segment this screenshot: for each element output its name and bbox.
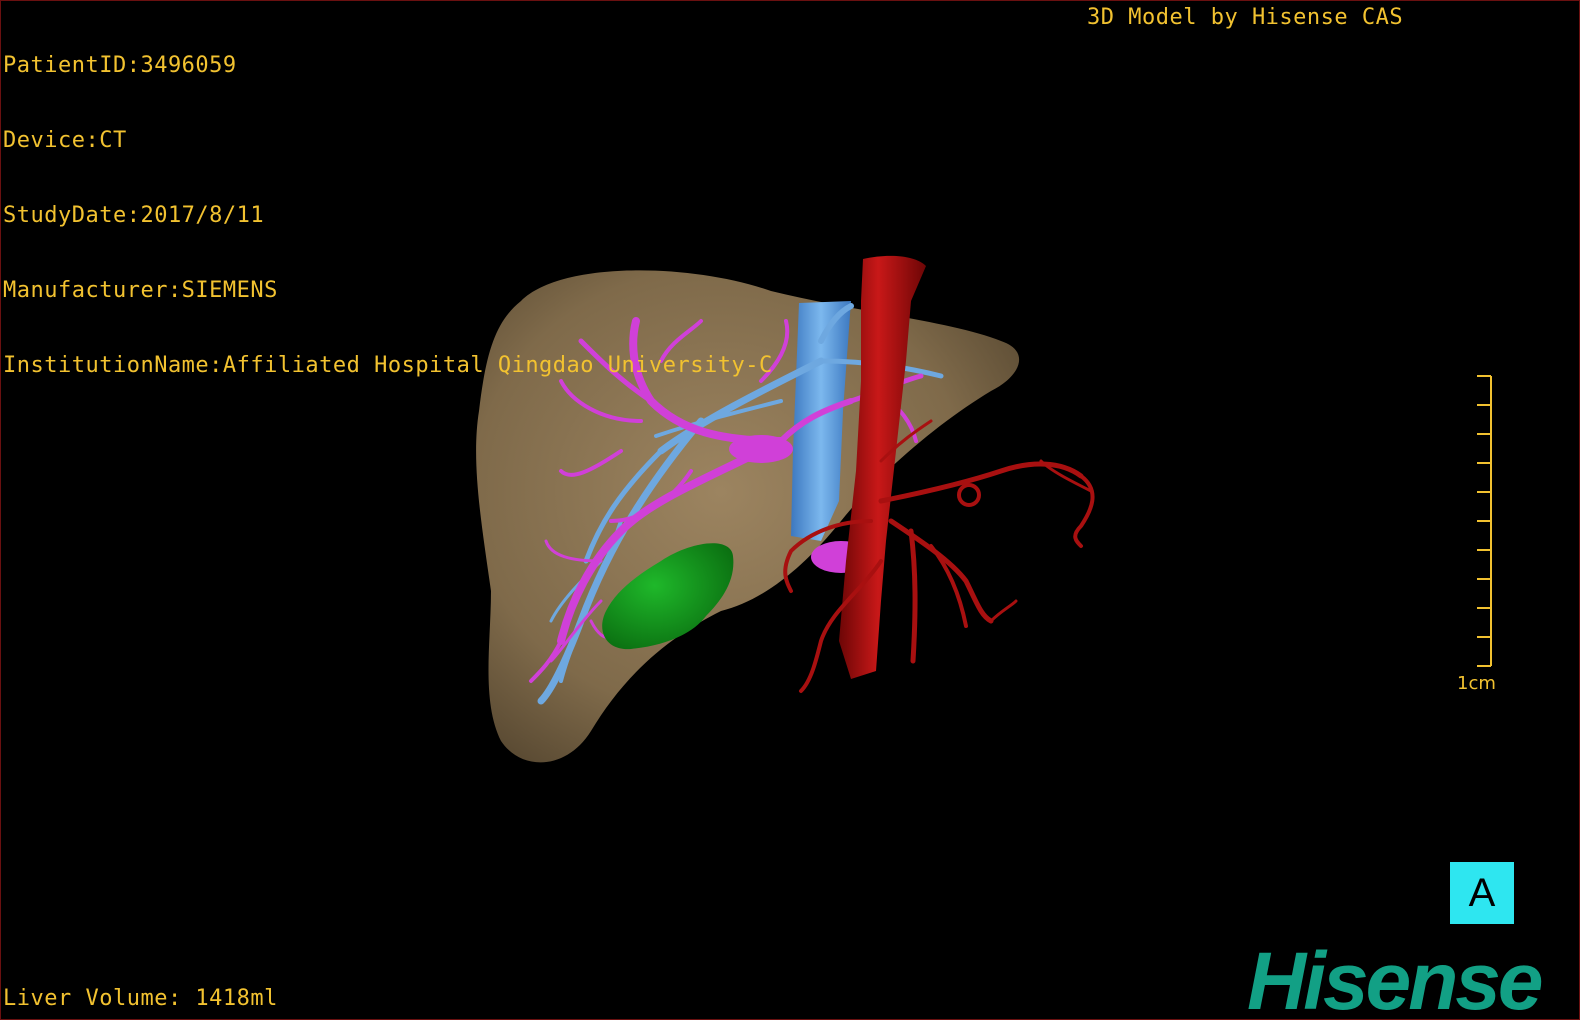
patient-id-label: PatientID:3496059 <box>3 53 237 78</box>
hisense-logo: Hisense <box>1247 936 1544 1020</box>
view-label-badge: A <box>1450 862 1514 924</box>
study-date-label: StudyDate:2017/8/11 <box>3 203 265 228</box>
institution-label: InstitutionName:Affiliated Hospital Qing… <box>3 353 773 378</box>
render-viewport[interactable]: PatientID:3496059 Device:CT StudyDate:20… <box>0 0 1580 1020</box>
scale-bar-label: 1cm <box>1457 673 1496 694</box>
liver-volume-label: Liver Volume: 1418ml <box>3 986 278 1011</box>
dicom-info-overlay: PatientID:3496059 Device:CT StudyDate:20… <box>3 3 773 428</box>
model-credit-label: 3D Model by Hisense CAS <box>1087 5 1404 30</box>
scale-bar <box>1477 375 1492 667</box>
device-label: Device:CT <box>3 128 127 153</box>
manufacturer-label: Manufacturer:SIEMENS <box>3 278 278 303</box>
